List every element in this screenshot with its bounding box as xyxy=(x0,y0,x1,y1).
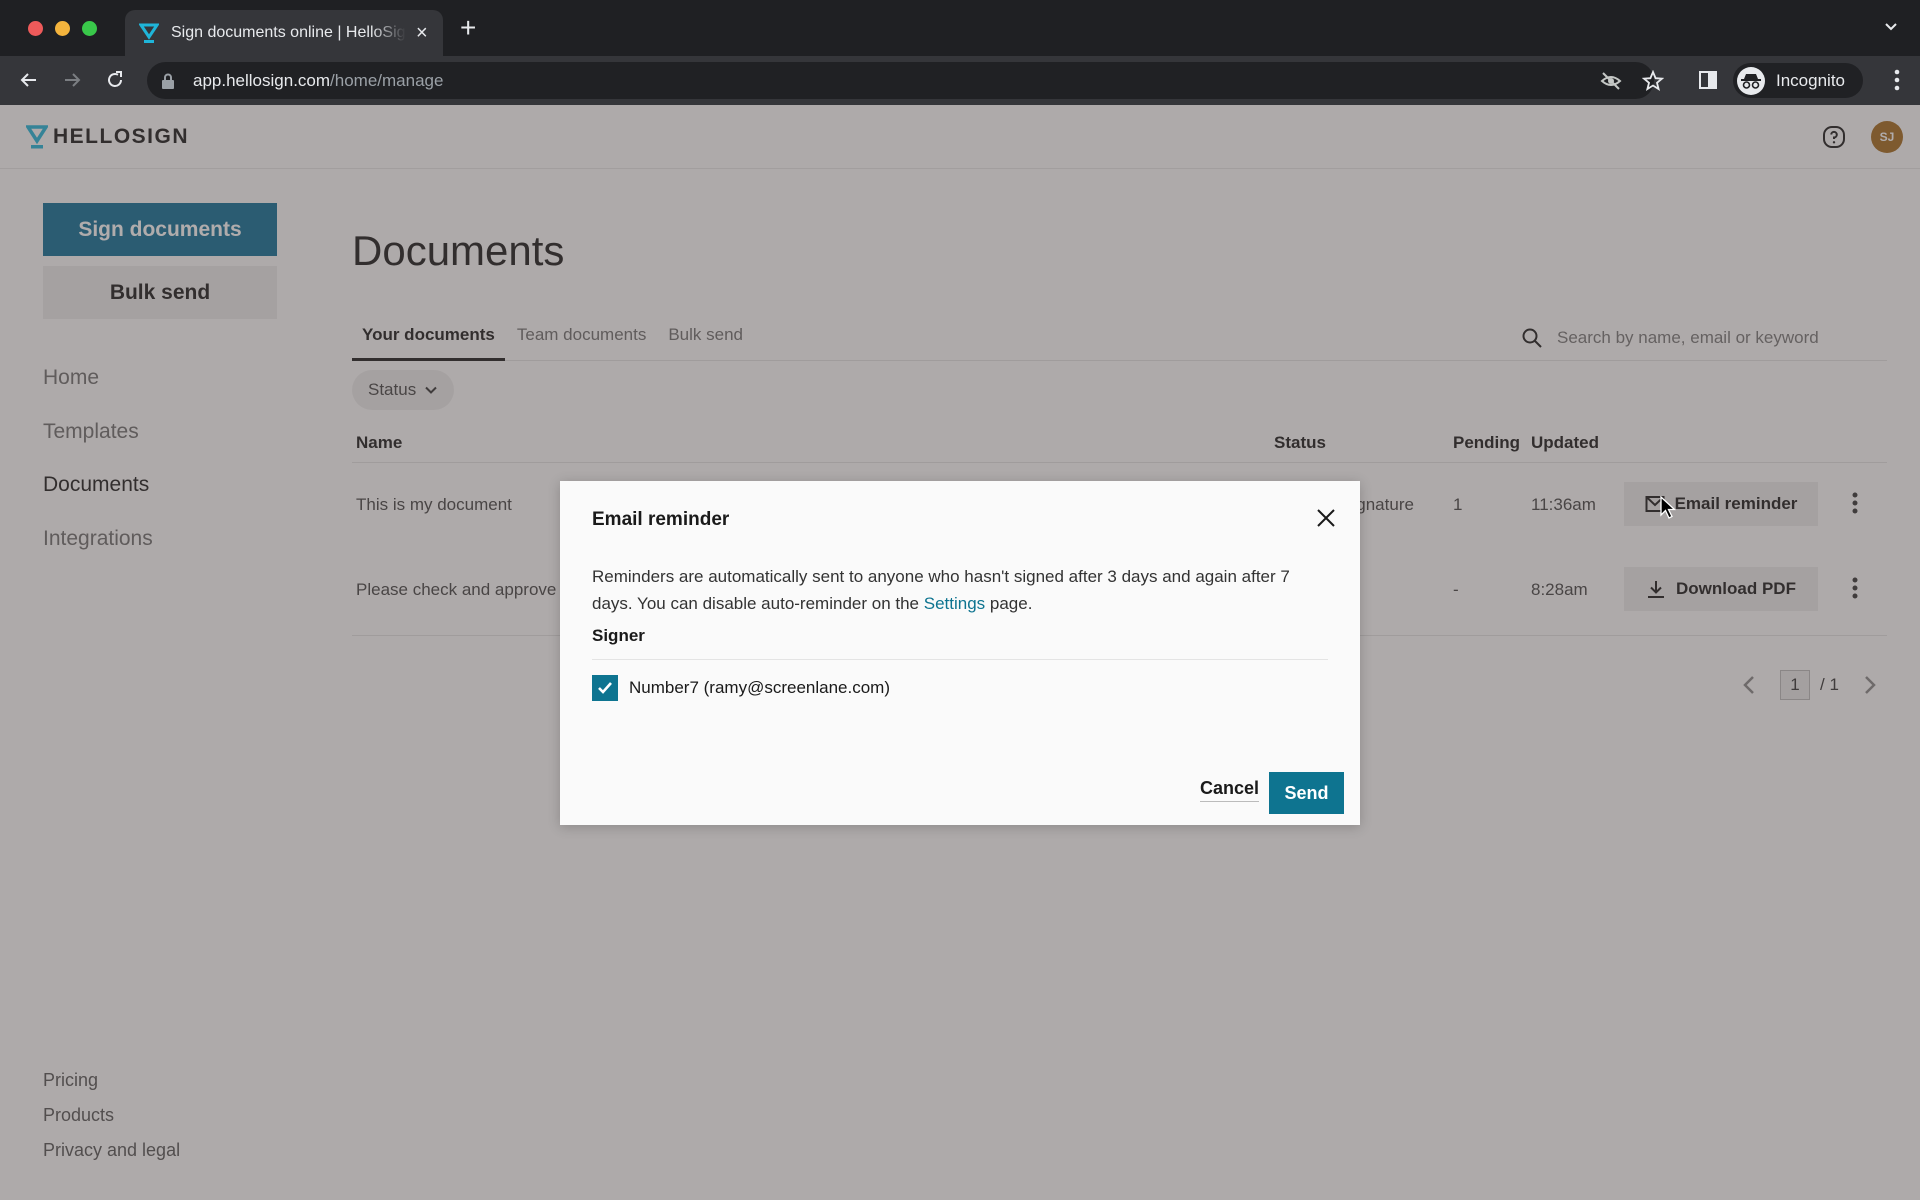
browser-tab-bar: Sign documents online | HelloSign × + xyxy=(0,0,1920,56)
tab-title: Sign documents online | HelloSign xyxy=(171,24,406,41)
mouse-cursor-icon xyxy=(1660,496,1676,519)
reload-button[interactable] xyxy=(103,68,127,92)
address-bar[interactable]: app.hellosign.com/home/manage xyxy=(147,62,1664,99)
forward-button[interactable] xyxy=(60,68,84,92)
signer-checkbox[interactable] xyxy=(592,675,618,701)
lock-icon xyxy=(162,73,174,89)
incognito-profile-button[interactable]: Incognito xyxy=(1733,63,1863,98)
url-host: app.hellosign.com xyxy=(193,70,331,90)
arrow-left-icon xyxy=(20,73,36,87)
incognito-icon xyxy=(1737,66,1765,95)
window-close-button[interactable] xyxy=(28,21,43,36)
window-maximize-button[interactable] xyxy=(82,21,97,36)
tab-close-icon[interactable]: × xyxy=(416,23,428,43)
checkmark-icon xyxy=(598,682,612,694)
signer-label: Number7 (ramy@screenlane.com) xyxy=(629,678,891,697)
browser-tab[interactable]: Sign documents online | HelloSign × xyxy=(125,10,443,56)
send-button[interactable]: Send xyxy=(1269,772,1344,814)
back-button[interactable] xyxy=(17,68,41,92)
side-panel-icon[interactable] xyxy=(1697,69,1719,91)
dialog-description: Reminders are automatically sent to anyo… xyxy=(592,563,1322,617)
arrow-right-icon xyxy=(65,73,81,87)
reload-icon xyxy=(108,71,122,87)
tab-search-chevron-icon[interactable] xyxy=(1884,20,1898,34)
settings-link[interactable]: Settings xyxy=(924,594,985,613)
email-reminder-dialog: Email reminder Reminders are automatical… xyxy=(560,481,1360,825)
browser-menu-icon[interactable] xyxy=(1894,68,1900,92)
browser-toolbar: app.hellosign.com/home/manage Incognito xyxy=(0,56,1920,105)
hellosign-page: HELLOSIGN SJ Sign documents Bulk send Ho… xyxy=(0,105,1920,1200)
hellosign-favicon-icon xyxy=(139,23,159,43)
url-path: /home/manage xyxy=(330,70,444,90)
signer-option[interactable]: Number7 (ramy@screenlane.com) xyxy=(592,675,890,701)
cancel-button[interactable]: Cancel xyxy=(1200,778,1260,802)
bookmark-star-icon[interactable] xyxy=(1642,70,1664,92)
signer-heading: Signer xyxy=(592,626,645,645)
signer-divider xyxy=(592,659,1328,660)
close-icon[interactable] xyxy=(1315,507,1337,529)
profile-label: Incognito xyxy=(1776,70,1845,90)
dialog-description-suffix: page. xyxy=(985,594,1033,613)
new-tab-button[interactable]: + xyxy=(460,14,476,42)
dialog-title: Email reminder xyxy=(592,509,730,530)
tracking-protection-icon[interactable] xyxy=(1600,70,1622,92)
window-minimize-button[interactable] xyxy=(55,21,70,36)
